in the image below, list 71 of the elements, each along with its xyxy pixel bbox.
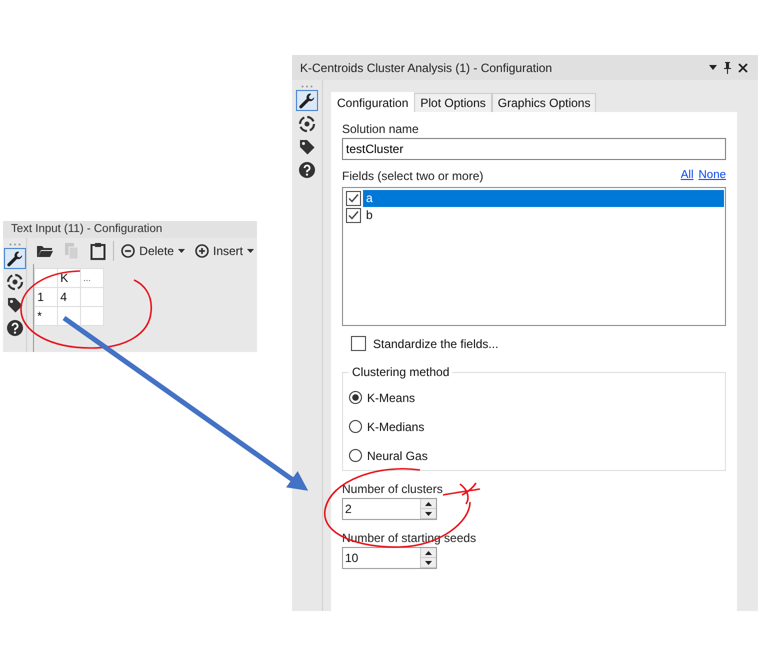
up-arrow-icon [425,502,432,506]
tool-tab[interactable] [296,90,318,111]
table-cell[interactable]: 4 [58,288,81,306]
panel-title: K-Centroids Cluster Analysis (1) - Configuration [300,60,554,74]
row-header[interactable]: 1 [34,288,58,306]
caret-icon [178,249,185,253]
toolbar-button[interactable]: Delete [118,240,188,262]
tag-icon [298,138,316,156]
checkbox[interactable] [351,336,366,351]
checkbox[interactable] [346,191,361,206]
wrench-icon [298,92,316,110]
target-icon [6,272,24,290]
spin-down-button[interactable] [421,509,436,519]
radio-label: K-Medians [367,420,424,434]
caret-icon [247,249,254,253]
field-label: Number of clusters [342,482,443,496]
panel-title: Text Input (11) - Configuration [3,221,257,238]
tool-tab[interactable] [296,159,318,180]
field-label: Fields (select two or more) [342,169,484,183]
radio-label: K-Means [367,390,416,404]
input-field[interactable]: testCluster [342,138,726,160]
number-field[interactable]: 10 [342,547,437,569]
tab[interactable]: Graphics Options [492,93,596,112]
link[interactable]: All [680,169,694,183]
grip-icon [8,243,21,246]
table-cell[interactable] [80,306,104,326]
minus-circle-icon [121,244,136,258]
tool-tab[interactable] [4,248,26,269]
tool-tab[interactable] [296,113,318,134]
spin-up-button[interactable] [421,548,436,558]
help-icon [298,160,316,178]
grip-icon [301,85,313,88]
field-list[interactable]: a b [342,187,726,326]
plus-circle-icon [194,244,209,258]
pin-icon[interactable] [723,62,732,74]
table-cell[interactable] [58,306,81,326]
column-header[interactable]: ... [80,268,104,288]
number-field[interactable]: 2 [342,498,437,520]
radio-button[interactable] [349,449,362,462]
toolbar-button[interactable]: Insert [192,240,257,262]
tab[interactable]: Configuration [331,92,414,113]
checkbox-label: Standardize the fields... [373,336,498,350]
radio-label: Neural Gas [367,448,428,462]
up-arrow-icon [425,550,432,554]
checkbox[interactable] [346,208,361,223]
down-arrow-icon [425,560,432,564]
tab[interactable]: Plot Options [414,93,492,112]
down-arrow-icon [425,512,432,516]
field-label: Solution name [342,122,419,136]
wrench-icon [6,250,24,268]
group-title: Clustering method [351,365,450,379]
column-header[interactable]: K [58,268,81,288]
table-cell[interactable] [80,288,104,306]
clipboard-icon [90,242,106,260]
tag-icon [6,296,24,314]
radio-button[interactable] [349,420,362,433]
spin-down-button[interactable] [421,558,436,568]
radio-button[interactable] [349,391,362,404]
corner-cell [34,268,58,288]
scribble-annotation [442,482,481,505]
link[interactable]: None [698,169,726,183]
spin-up-button[interactable] [421,499,436,509]
help-icon [6,318,24,336]
list-item[interactable]: a [363,190,724,207]
target-icon [298,114,316,132]
close-icon[interactable] [738,62,748,72]
copy-icon [64,242,80,260]
row-header[interactable]: * [34,306,58,326]
dropdown-icon[interactable] [709,65,717,70]
list-item[interactable]: b [363,207,724,224]
folder-icon [36,243,54,259]
